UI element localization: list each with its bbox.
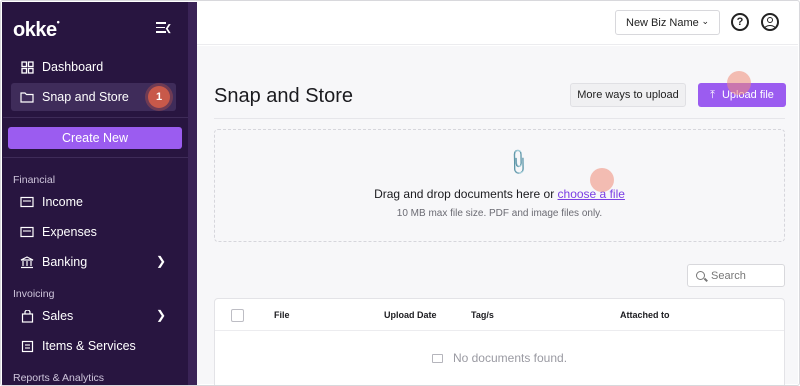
sidebar-item-label: Sales xyxy=(42,309,74,323)
collapse-sidebar-icon[interactable]: ❮ xyxy=(156,22,172,36)
sidebar-item-banking[interactable]: Banking ❯ xyxy=(11,248,176,276)
monitor-icon xyxy=(431,354,443,363)
empty-state: No documents found. xyxy=(215,351,784,365)
column-header-attached-to[interactable]: Attached to xyxy=(620,310,670,320)
sidebar-resize-handle[interactable] xyxy=(188,2,197,385)
documents-table: File Upload Date Tag/s Attached to No do… xyxy=(214,298,785,385)
dropzone-hint: 10 MB max file size. PDF and image files… xyxy=(396,208,603,219)
sidebar-item-label: Income xyxy=(42,195,83,209)
section-label-invoicing: Invoicing xyxy=(13,288,55,300)
business-name: New Biz Name xyxy=(626,16,699,29)
app-window: okke• ❮ Dashboard Snap and Store 1 Creat… xyxy=(0,0,800,386)
sidebar: okke• ❮ Dashboard Snap and Store 1 Creat… xyxy=(2,2,189,385)
sidebar-item-income[interactable]: Income xyxy=(11,188,176,216)
sidebar-item-items-services[interactable]: Items & Services xyxy=(11,332,176,360)
chevron-right-icon: ❯ xyxy=(155,308,166,322)
sidebar-item-label: Items & Services xyxy=(42,339,136,353)
choose-file-link[interactable]: choose a file xyxy=(558,187,625,201)
dropzone-text: Drag and drop documents here or choose a… xyxy=(374,187,625,201)
more-ways-to-upload-button[interactable]: More ways to upload xyxy=(570,83,686,107)
section-label-financial: Financial xyxy=(13,174,56,186)
folder-icon xyxy=(20,90,34,104)
divider xyxy=(3,157,189,158)
main-content: Snap and Store More ways to upload ⤒ Upl… xyxy=(197,46,798,385)
bank-icon xyxy=(20,255,34,269)
sidebar-item-label: Banking xyxy=(42,255,88,269)
chevron-down-icon: ⌄ xyxy=(701,16,709,26)
divider xyxy=(214,118,785,119)
upload-file-button[interactable]: ⤒ Upload file xyxy=(698,83,786,107)
file-dropzone[interactable]: 📎 Drag and drop documents here or choose… xyxy=(214,129,785,242)
sidebar-item-expenses[interactable]: Expenses xyxy=(11,218,176,246)
bag-icon xyxy=(20,309,34,323)
top-bar: New Biz Name ⌄ ? xyxy=(197,2,798,45)
business-select[interactable]: New Biz Name ⌄ xyxy=(615,10,720,35)
sidebar-item-dashboard[interactable]: Dashboard xyxy=(11,53,176,81)
step-badge: 1 xyxy=(148,86,170,108)
search-input[interactable]: Search xyxy=(687,264,785,287)
user-icon[interactable] xyxy=(761,13,779,31)
table-header: File Upload Date Tag/s Attached to xyxy=(215,299,784,331)
column-header-tags[interactable]: Tag/s xyxy=(471,310,494,320)
sidebar-item-label: Dashboard xyxy=(42,60,104,74)
section-label-reports: Reports & Analytics xyxy=(13,372,105,384)
receipt-icon xyxy=(20,225,34,239)
upload-file-label: Upload file xyxy=(721,89,774,101)
divider xyxy=(3,117,189,118)
sidebar-item-snap-and-store[interactable]: Snap and Store 1 xyxy=(11,83,176,111)
logo: okke• xyxy=(13,17,60,41)
sidebar-item-label: Expenses xyxy=(42,225,97,239)
sidebar-item-label: Snap and Store xyxy=(42,90,129,104)
chevron-right-icon: ❯ xyxy=(155,254,166,268)
receipt-icon xyxy=(20,195,34,209)
grid-icon xyxy=(20,60,34,74)
help-icon[interactable]: ? xyxy=(731,13,749,31)
search-icon xyxy=(696,271,705,280)
page-title: Snap and Store xyxy=(214,85,353,107)
search-placeholder: Search xyxy=(711,269,746,282)
create-new-button[interactable]: Create New xyxy=(8,127,182,149)
list-icon xyxy=(20,339,34,353)
paperclip-icon: 📎 xyxy=(503,147,534,177)
sidebar-item-sales[interactable]: Sales ❯ xyxy=(11,302,176,330)
column-header-file[interactable]: File xyxy=(274,310,290,320)
upload-icon: ⤒ xyxy=(710,88,715,101)
select-all-checkbox[interactable] xyxy=(231,309,244,322)
column-header-upload-date[interactable]: Upload Date xyxy=(384,310,437,320)
